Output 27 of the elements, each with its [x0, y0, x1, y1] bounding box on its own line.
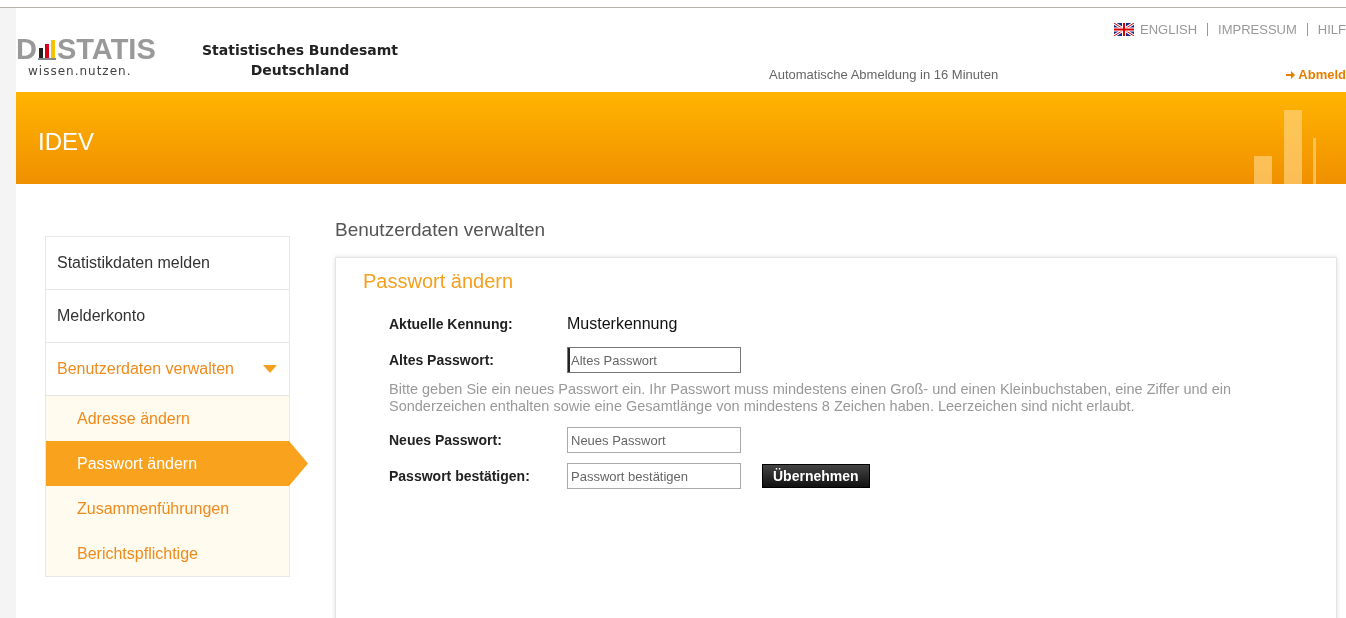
page-title: Benutzerdaten verwalten — [335, 219, 547, 242]
submit-button[interactable]: Übernehmen — [762, 464, 870, 488]
header-link[interactable]: ENGLISH — [1140, 22, 1198, 37]
logo[interactable]: D STATIS — [16, 36, 186, 62]
password-field[interactable]: Altes Passwort — [567, 347, 741, 373]
sidebar-subitem[interactable]: Berichtspflichtige — [46, 531, 289, 576]
organization-name: Statistisches Bundesamt — [202, 41, 399, 60]
app-title: IDEV — [37, 128, 94, 156]
sidebar-subitem[interactable]: Adresse ändern — [46, 396, 289, 441]
field-label: Passwort bestätigen: — [389, 468, 531, 484]
header-link[interactable]: IMPRESSUM — [1218, 22, 1297, 37]
organization-name: Deutschland — [249, 61, 351, 80]
password-field[interactable]: Passwort bestätigen — [567, 463, 741, 489]
field-value: Musterkennung — [567, 315, 678, 333]
logout-link[interactable]: Abmeld — [1298, 67, 1346, 82]
field-label: Altes Passwort: — [389, 352, 496, 368]
form-title: Passwort ändern — [363, 270, 515, 293]
field-label: Aktuelle Kennung: — [389, 316, 514, 332]
arrow-icon — [1286, 70, 1296, 79]
session-notice: Automatische Abmeldung in 16 Minuten — [769, 67, 999, 82]
password-field[interactable]: Neues Passwort — [567, 427, 741, 453]
header-link[interactable]: HILF — [1317, 22, 1346, 37]
sidebar-subitem[interactable]: Passwort ändern — [46, 441, 308, 486]
logo-tagline: wissen.nutzen. — [27, 64, 133, 78]
sidebar-subitem[interactable]: Zusammenführungen — [46, 486, 289, 531]
field-label: Neues Passwort: — [389, 432, 503, 448]
hint-text: Bitte geben Sie ein neues Passwort ein. Ihr Passwort muss mindestens einen Groß- und einen Kleinbuchstaben, eine Ziffer und ein Sonderzeichen enthalten sowie eine Gesamtlänge von mindestens 8 Zeichen haben. Leerzeichen sind nicht erlaubt. — [389, 381, 1233, 415]
